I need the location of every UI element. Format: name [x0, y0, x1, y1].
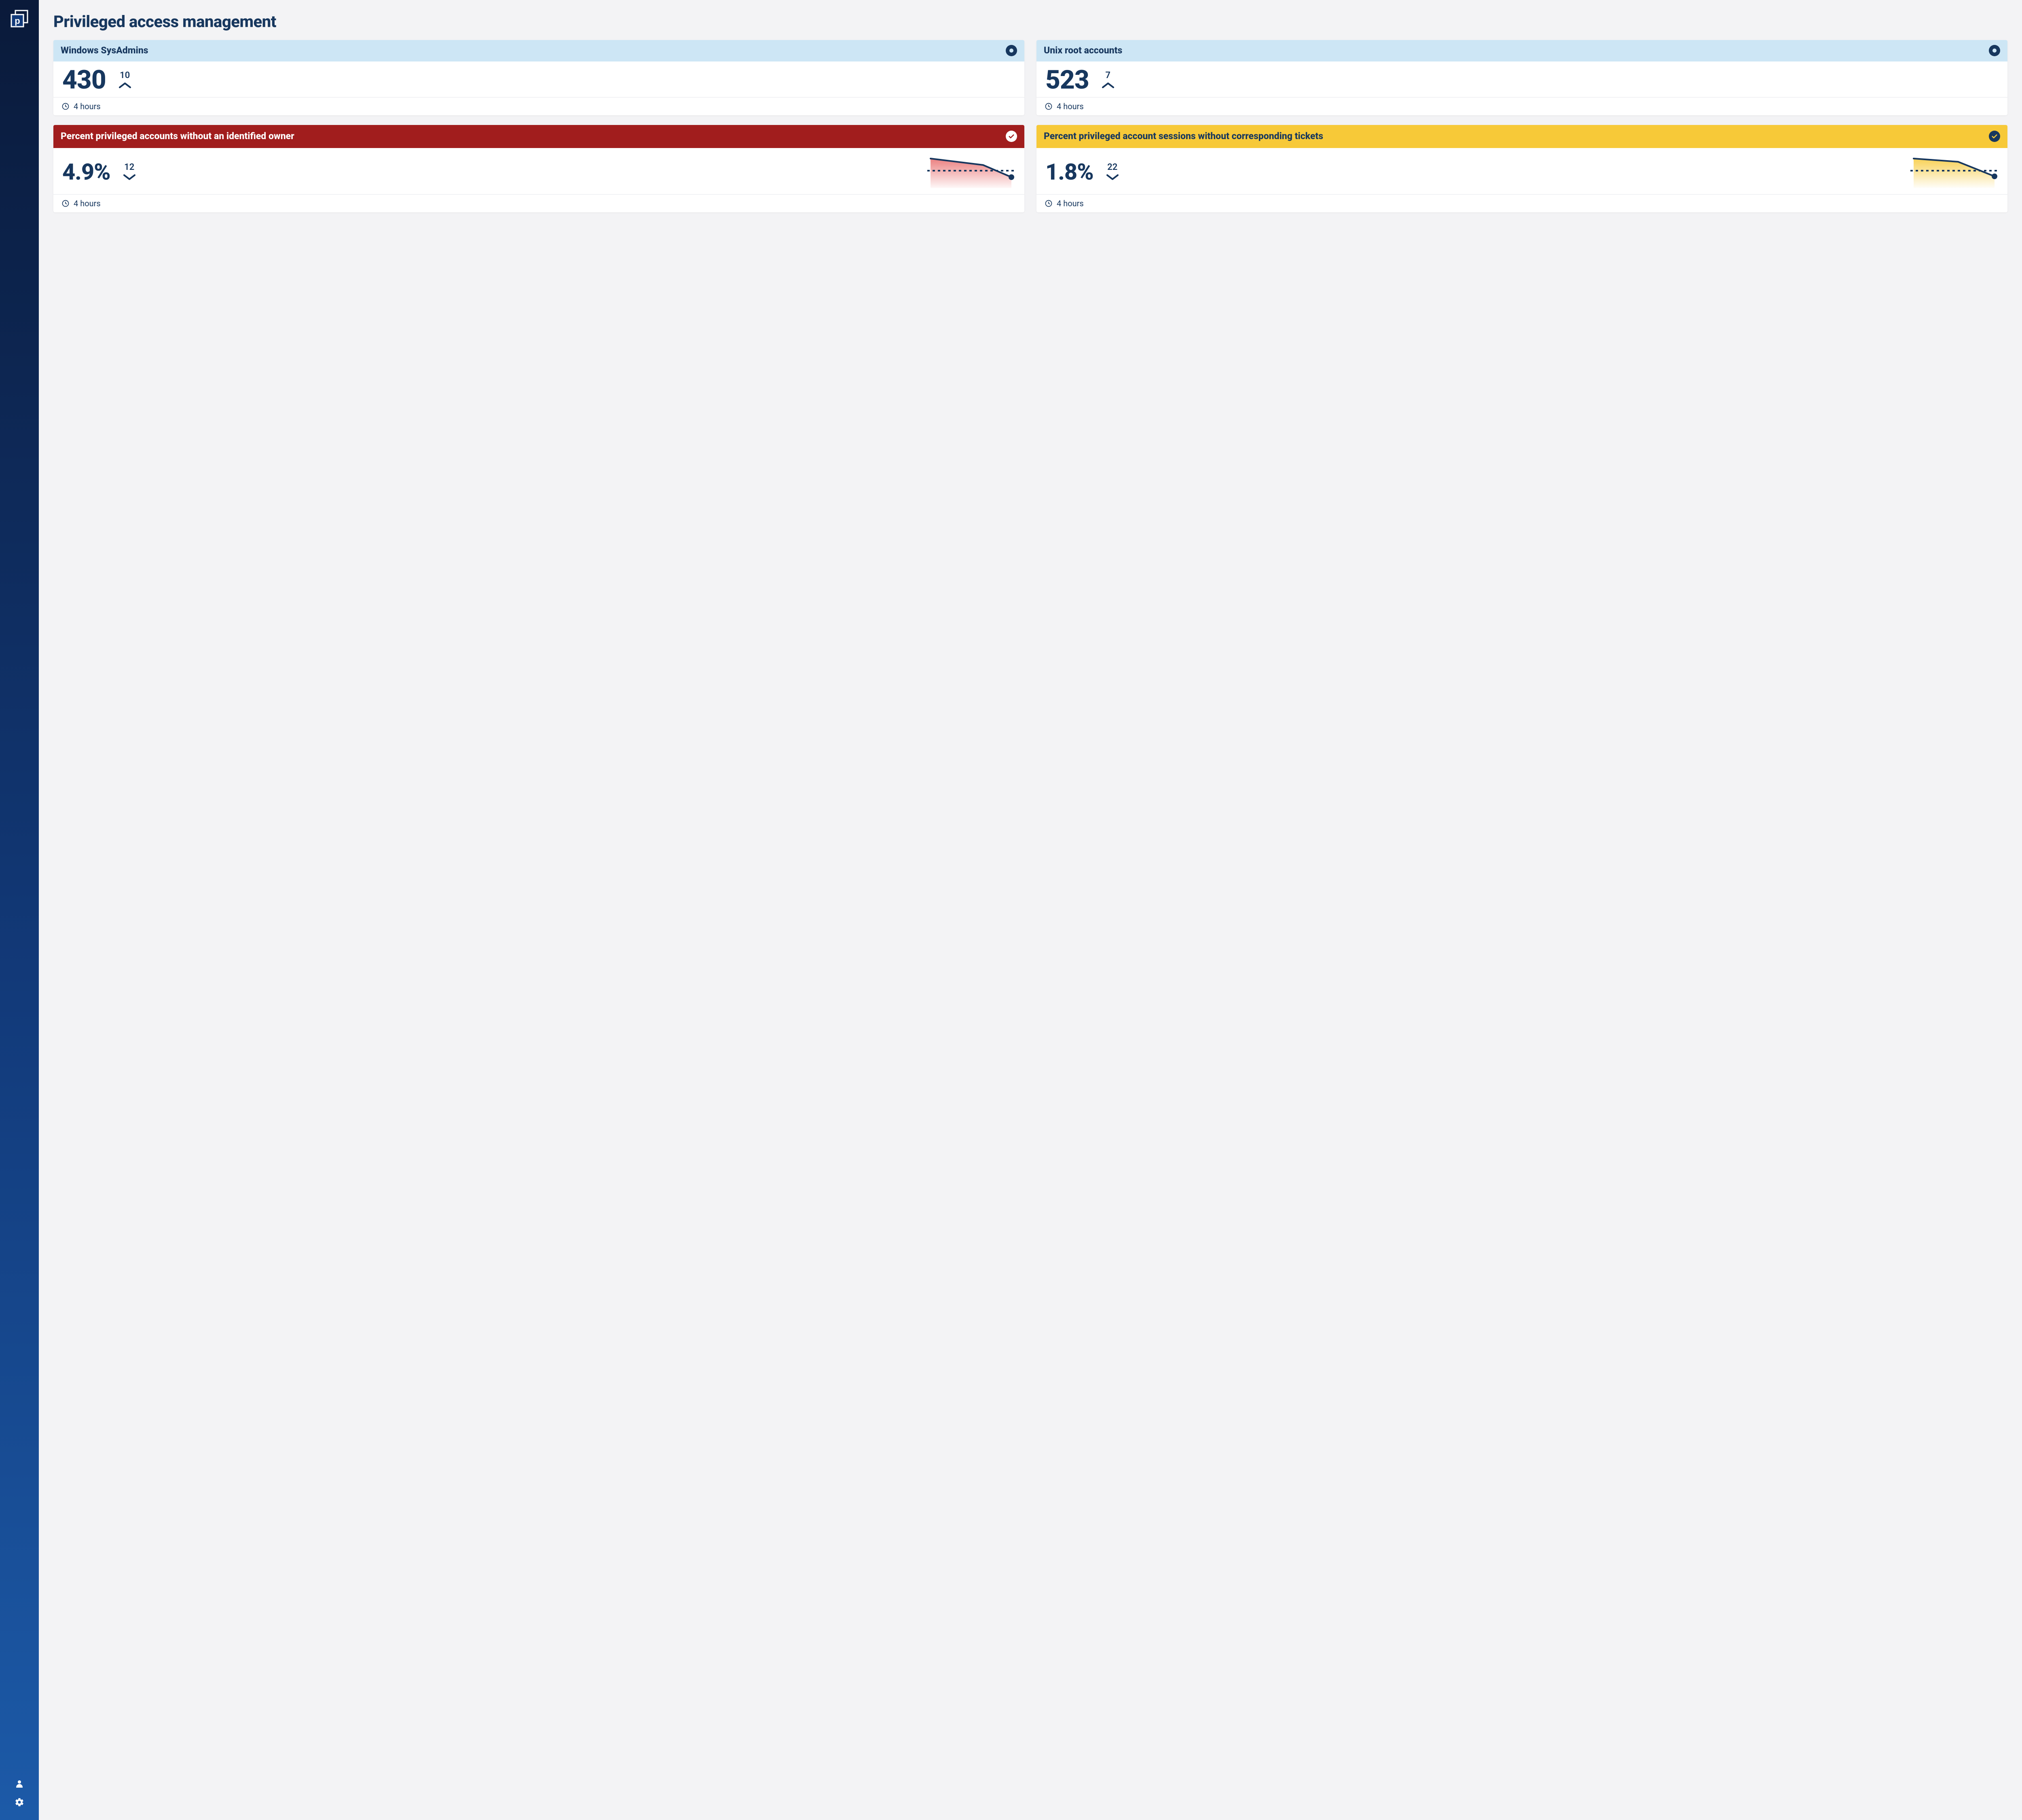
card-footer: 4 hours [1036, 97, 2007, 115]
chevron-up-icon [1101, 81, 1115, 89]
card-title: Unix root accounts [1044, 45, 1122, 57]
sidebar: p [0, 0, 39, 1820]
card-body: 1.8% 22 [1036, 148, 2007, 194]
card-title: Percent privileged accounts without an i… [61, 131, 294, 142]
main-content: Privileged access management Windows Sys… [39, 0, 2022, 1820]
chevron-down-icon [1106, 173, 1119, 181]
sparkline [926, 154, 1015, 190]
card-body: 430 10 [53, 61, 1024, 97]
clock-icon [1045, 199, 1053, 207]
svg-text:p: p [15, 16, 20, 26]
settings-icon[interactable] [14, 1797, 25, 1808]
delta-value: 7 [1105, 70, 1110, 80]
metric-value: 430 [62, 67, 106, 93]
card-title: Windows SysAdmins [61, 45, 148, 57]
clock-icon [61, 102, 70, 110]
chevron-down-icon [123, 173, 136, 181]
delta-indicator: 7 [1101, 70, 1115, 89]
clock-icon [1045, 102, 1053, 110]
delta-indicator: 12 [123, 162, 136, 181]
sparkline [1910, 154, 1999, 190]
card-header: Unix root accounts [1036, 40, 2007, 61]
age-text: 4 hours [74, 102, 101, 111]
delta-value: 12 [124, 162, 134, 172]
status-donut-icon [1006, 45, 1017, 56]
card-footer: 4 hours [1036, 194, 2007, 212]
clock-icon [61, 199, 70, 207]
card-percent-no-owner[interactable]: Percent privileged accounts without an i… [53, 125, 1024, 212]
metric-value: 1.8% [1045, 161, 1093, 183]
card-body: 4.9% 12 [53, 148, 1024, 194]
age-text: 4 hours [1057, 102, 1084, 111]
status-check-icon [1006, 131, 1017, 142]
card-body: 523 7 [1036, 61, 2007, 97]
delta-value: 22 [1107, 162, 1117, 172]
age-text: 4 hours [1057, 199, 1084, 208]
status-donut-icon [1989, 45, 2000, 56]
card-windows-sysadmins[interactable]: Windows SysAdmins 430 10 4 hours [53, 40, 1024, 115]
age-text: 4 hours [74, 199, 101, 208]
card-footer: 4 hours [53, 97, 1024, 115]
chevron-up-icon [118, 81, 132, 89]
card-header: Percent privileged accounts without an i… [53, 125, 1024, 148]
page-title: Privileged access management [53, 12, 2007, 31]
card-footer: 4 hours [53, 194, 1024, 212]
card-grid: Windows SysAdmins 430 10 4 hours Unix ro… [53, 40, 2007, 212]
card-header: Windows SysAdmins [53, 40, 1024, 61]
card-unix-root[interactable]: Unix root accounts 523 7 4 hours [1036, 40, 2007, 115]
card-percent-no-ticket[interactable]: Percent privileged account sessions with… [1036, 125, 2007, 212]
delta-indicator: 10 [118, 70, 132, 89]
user-icon[interactable] [14, 1778, 25, 1789]
metric-value: 4.9% [62, 161, 110, 183]
app-logo[interactable]: p [10, 9, 29, 28]
card-header: Percent privileged account sessions with… [1036, 125, 2007, 148]
metric-value: 523 [1045, 67, 1089, 93]
delta-value: 10 [120, 70, 130, 80]
status-check-icon [1989, 131, 2000, 142]
delta-indicator: 22 [1106, 162, 1119, 181]
card-title: Percent privileged account sessions with… [1044, 131, 1323, 142]
